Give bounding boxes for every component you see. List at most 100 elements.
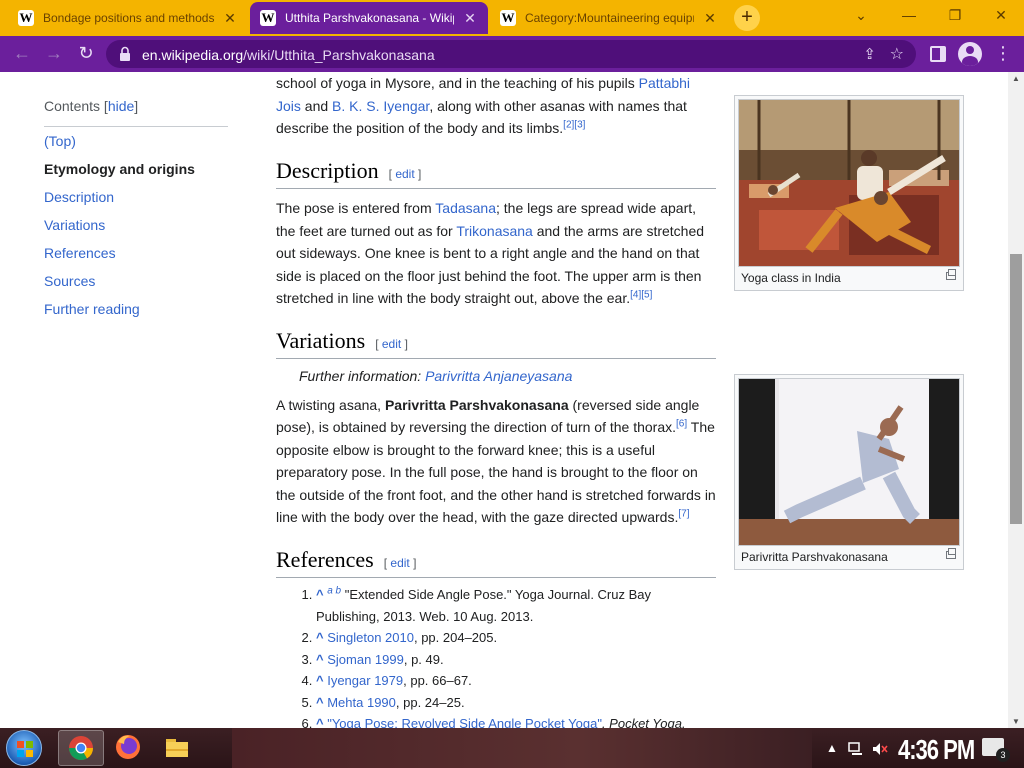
citation-7[interactable]: [7] xyxy=(678,508,689,519)
tab-title: Category:Mountaineering equipment xyxy=(525,11,694,25)
parivritta-anjaneyasana-link[interactable]: Parivritta Anjaneyasana xyxy=(425,368,572,384)
description-edit-link[interactable]: edit xyxy=(395,167,414,181)
figure-parivritta: Parivritta Parshvakonasana xyxy=(734,374,964,570)
lock-icon[interactable] xyxy=(118,46,132,62)
pocket-yoga-link[interactable]: "Yoga Pose: Revolved Side Angle Pocket Y… xyxy=(327,716,602,728)
close-tab-icon[interactable]: ✕ xyxy=(462,10,478,27)
bookmark-star-icon[interactable]: ☆ xyxy=(890,44,904,64)
start-button[interactable] xyxy=(6,730,42,766)
figure-yoga-class: Yoga class in India xyxy=(734,95,964,291)
minimize-button[interactable]: — xyxy=(886,0,932,32)
enlarge-icon[interactable] xyxy=(946,269,956,280)
reference-item: ^ a b "Extended Side Angle Pose." Yoga J… xyxy=(316,584,716,627)
taskbar-firefox[interactable] xyxy=(106,730,152,766)
close-tab-icon[interactable]: ✕ xyxy=(702,10,718,27)
toc-heading: Contents [hide] xyxy=(44,98,139,114)
toc-item-further-reading[interactable]: Further reading xyxy=(44,301,234,329)
tab-mountaineering-equipment[interactable]: W Category:Mountaineering equipment ✕ xyxy=(490,2,728,34)
share-icon[interactable]: ⇪ xyxy=(863,45,876,63)
tadasana-link[interactable]: Tadasana xyxy=(435,200,496,216)
new-tab-button[interactable]: + xyxy=(734,5,760,31)
address-bar[interactable]: en.wikipedia.org/wiki/Utthita_Parshvakon… xyxy=(106,40,916,68)
references-list: ^ a b "Extended Side Angle Pose." Yoga J… xyxy=(316,584,716,728)
reference-item: ^ Sjoman 1999, p. 49. xyxy=(316,649,716,671)
browser-menu-icon[interactable]: ⋮ xyxy=(994,44,1012,62)
reference-item: ^ Singleton 2010, pp. 204–205. xyxy=(316,627,716,649)
reload-button[interactable]: ↻ xyxy=(74,42,98,66)
taskbar-background xyxy=(232,728,812,768)
scroll-up-arrow-icon[interactable]: ▲ xyxy=(1008,74,1024,83)
hatnote: Further information: Parivritta Anjaneya… xyxy=(299,368,573,384)
taskbar-clock[interactable]: 4:36 PM xyxy=(898,734,975,767)
citation-4[interactable]: [4] xyxy=(630,289,641,300)
tab-search-icon[interactable]: ⌄ xyxy=(838,0,884,32)
chrome-icon xyxy=(68,736,93,761)
sjoman-1999-link[interactable]: Sjoman 1999 xyxy=(327,652,404,667)
description-paragraph: The pose is entered from Tadasana; the l… xyxy=(276,200,705,306)
singleton-2010-link[interactable]: Singleton 2010 xyxy=(327,630,414,645)
side-panel-icon[interactable] xyxy=(930,46,946,62)
restore-button[interactable]: ❐ xyxy=(932,0,978,32)
backref-links[interactable]: a b xyxy=(327,586,341,597)
action-center-icon[interactable]: 3 xyxy=(982,738,1010,762)
taskbar-chrome[interactable] xyxy=(58,730,104,766)
tab-utthita-parshvakonasana[interactable]: W Utthita Parshvakonasana - Wikipedia ✕ xyxy=(250,2,488,34)
tab-bondage-positions[interactable]: W Bondage positions and methods ✕ xyxy=(8,2,248,34)
citation-5[interactable]: [5] xyxy=(641,289,652,300)
page-scrollbar[interactable]: ▲ ▼ xyxy=(1008,72,1024,728)
toc-item-references[interactable]: References xyxy=(44,245,234,273)
intro-paragraph: school of yoga in Mysore, and in the tea… xyxy=(276,75,691,136)
table-of-contents: Contents [hide] (Top) Etymology and orig… xyxy=(44,98,234,329)
references-heading: References[ edit ] xyxy=(276,548,716,578)
description-heading: Description[ edit ] xyxy=(276,159,716,189)
show-hidden-icons-icon[interactable]: ▲ xyxy=(826,728,838,768)
parivritta-image[interactable] xyxy=(738,378,960,546)
forward-button[interactable]: → xyxy=(42,42,66,66)
toc-item-etymology[interactable]: Etymology and origins xyxy=(44,161,234,189)
reference-item: ^ Mehta 1990, pp. 24–25. xyxy=(316,692,716,714)
variations-edit-link[interactable]: edit xyxy=(382,337,401,351)
citation-2[interactable]: [2] xyxy=(563,119,574,130)
windows-taskbar: ▲ 4:36 PM 3 xyxy=(0,728,1024,768)
toc-item-variations[interactable]: Variations xyxy=(44,217,234,245)
citation-6[interactable]: [6] xyxy=(676,418,687,429)
variations-paragraph: A twisting asana, Parivritta Parshvakona… xyxy=(276,396,716,526)
toc-item-top[interactable]: (Top) xyxy=(44,133,234,161)
enlarge-icon[interactable] xyxy=(946,548,956,559)
reference-item: ^ "Yoga Pose: Revolved Side Angle Pocket… xyxy=(316,713,716,728)
mehta-1990-link[interactable]: Mehta 1990 xyxy=(327,695,396,710)
wikipedia-favicon-icon: W xyxy=(500,10,516,26)
scroll-down-arrow-icon[interactable]: ▼ xyxy=(1008,717,1024,726)
network-icon[interactable] xyxy=(848,728,864,768)
toc-item-description[interactable]: Description xyxy=(44,189,234,217)
references-edit-link[interactable]: edit xyxy=(390,556,409,570)
toc-hide-link[interactable]: hide xyxy=(108,98,134,114)
figure-caption: Yoga class in India xyxy=(738,267,960,287)
taskbar-file-explorer[interactable] xyxy=(154,730,200,766)
close-window-button[interactable]: ✕ xyxy=(978,0,1024,32)
toc-item-sources[interactable]: Sources xyxy=(44,273,234,301)
close-tab-icon[interactable]: ✕ xyxy=(222,10,238,27)
notification-count-badge: 3 xyxy=(996,748,1010,762)
bks-iyengar-link[interactable]: B. K. S. Iyengar xyxy=(332,98,429,114)
reference-item: ^ Iyengar 1979, pp. 66–67. xyxy=(316,670,716,692)
variations-heading: Variations[ edit ] xyxy=(276,329,716,359)
wikipedia-favicon-icon: W xyxy=(18,10,34,26)
tab-title: Utthita Parshvakonasana - Wikipedia xyxy=(285,11,454,25)
tab-title: Bondage positions and methods xyxy=(43,11,214,25)
yoga-class-illustration xyxy=(739,100,959,266)
figure-caption: Parivritta Parshvakonasana xyxy=(738,546,960,566)
windows-logo-icon xyxy=(17,741,33,757)
firefox-icon xyxy=(116,735,140,759)
trikonasana-link[interactable]: Trikonasana xyxy=(456,223,533,239)
yoga-class-image[interactable] xyxy=(738,99,960,267)
citation-3[interactable]: [3] xyxy=(574,119,585,130)
toc-divider xyxy=(44,126,228,127)
back-button[interactable]: ← xyxy=(10,42,34,66)
volume-muted-icon[interactable] xyxy=(872,728,888,768)
profile-avatar-icon[interactable] xyxy=(958,42,982,66)
tab-strip: W Bondage positions and methods ✕ W Utth… xyxy=(0,0,1024,36)
iyengar-1979-link[interactable]: Iyengar 1979 xyxy=(327,673,403,688)
url-text: en.wikipedia.org/wiki/Utthita_Parshvakon… xyxy=(142,47,435,63)
scrollbar-thumb[interactable] xyxy=(1010,254,1022,524)
